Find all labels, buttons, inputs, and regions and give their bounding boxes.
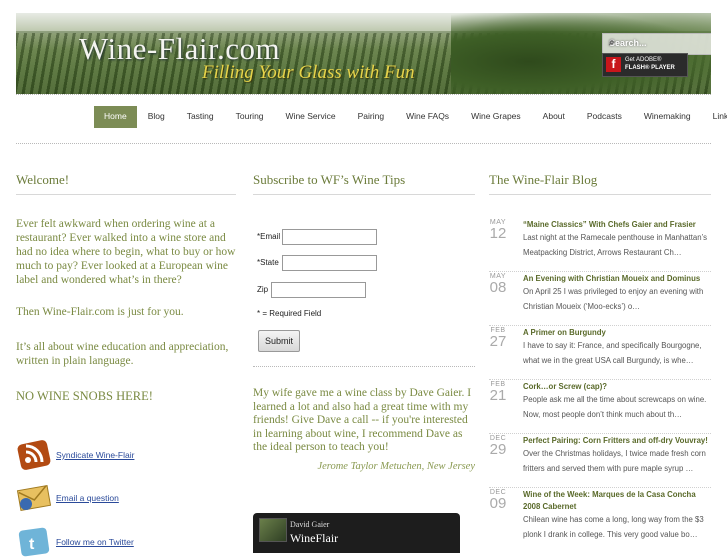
no-snobs-text: NO WINE SNOBS HERE! bbox=[16, 389, 153, 403]
flash-icon: f bbox=[606, 57, 621, 72]
zip-field[interactable] bbox=[271, 282, 366, 298]
blog-post[interactable]: FEB 27 A Primer on Burgundy I have to sa… bbox=[489, 325, 711, 380]
post-excerpt: Chilean wine has come a long, long way f… bbox=[523, 515, 704, 539]
nav-pairing[interactable]: Pairing bbox=[347, 106, 395, 128]
post-day: 29 bbox=[489, 441, 507, 458]
nav-touring[interactable]: Touring bbox=[225, 106, 275, 128]
search-input[interactable]: Search... ⌕ bbox=[602, 33, 711, 55]
post-day: 08 bbox=[489, 279, 507, 296]
welcome-heading: Welcome! bbox=[16, 172, 236, 195]
nav-podcasts[interactable]: Podcasts bbox=[576, 106, 633, 128]
nav-links[interactable]: Links bbox=[702, 106, 727, 128]
search-icon[interactable]: ⌕ bbox=[609, 37, 621, 49]
social-twitter[interactable]: t Follow me on Twitter bbox=[16, 526, 134, 558]
post-title[interactable]: An Evening with Christian Moueix and Dom… bbox=[523, 273, 711, 285]
testimonial-source: Jerome Taylor Metuchen, New Jersey bbox=[317, 461, 475, 472]
syndicate-link[interactable]: Syndicate Wine-Flair bbox=[56, 450, 134, 460]
nav-home[interactable]: Home bbox=[94, 106, 137, 128]
post-title[interactable]: “Maine Classics” With Chefs Gaier and Fr… bbox=[523, 219, 711, 231]
video-channel: WineFlair bbox=[290, 531, 339, 545]
post-date: DEC 09 bbox=[489, 489, 507, 512]
subscribe-heading: Subscribe to WF’s Wine Tips bbox=[253, 172, 475, 195]
social-email[interactable]: Email a question bbox=[16, 482, 119, 514]
post-excerpt: I have to say it: France, and specifical… bbox=[523, 341, 702, 365]
welcome-intro: Ever felt awkward when ordering wine at … bbox=[16, 218, 236, 286]
post-excerpt: Over the Christmas holidays, I twice mad… bbox=[523, 449, 706, 473]
submit-button[interactable]: Submit bbox=[258, 330, 300, 352]
post-date: MAY 12 bbox=[489, 219, 507, 242]
state-field[interactable] bbox=[282, 255, 377, 271]
post-day: 12 bbox=[489, 225, 507, 242]
header-divider bbox=[16, 94, 711, 95]
blog-post[interactable]: DEC 29 Perfect Pairing: Corn Fritters an… bbox=[489, 433, 711, 488]
welcome-just-for-you: Then Wine-Flair.com is just for you. bbox=[16, 306, 184, 318]
welcome-education: It’s all about wine education and apprec… bbox=[16, 341, 229, 367]
post-day: 21 bbox=[489, 387, 507, 404]
post-date: FEB 27 bbox=[489, 327, 507, 350]
post-date: DEC 29 bbox=[489, 435, 507, 458]
video-user: David Gaier bbox=[290, 520, 330, 529]
subscribe-divider bbox=[253, 366, 475, 367]
get-flash-player-badge[interactable]: f Get ADOBE® FLASH® PLAYER bbox=[602, 53, 688, 77]
post-day: 09 bbox=[489, 495, 507, 512]
post-excerpt: People ask me all the time about screwca… bbox=[523, 395, 707, 419]
blog-heading: The Wine-Flair Blog bbox=[489, 172, 711, 195]
post-title[interactable]: Perfect Pairing: Corn Fritters and off-d… bbox=[523, 435, 711, 447]
flash-line2: FLASH® PLAYER bbox=[625, 65, 675, 71]
nav-divider bbox=[16, 143, 711, 144]
twitter-icon: t bbox=[18, 527, 50, 557]
blog-post[interactable]: FEB 21 Cork…or Screw (cap)? People ask m… bbox=[489, 379, 711, 434]
social-syndicate[interactable]: Syndicate Wine-Flair bbox=[16, 439, 134, 471]
nav-winemaking[interactable]: Winemaking bbox=[633, 106, 702, 128]
site-tagline: Filling Your Glass with Fun bbox=[202, 62, 415, 83]
email-label: *Email bbox=[257, 232, 281, 241]
nav-about[interactable]: About bbox=[532, 106, 576, 128]
post-title[interactable]: A Primer on Burgundy bbox=[523, 327, 711, 339]
video-player[interactable]: David Gaier WineFlair bbox=[253, 513, 460, 553]
twitter-link[interactable]: Follow me on Twitter bbox=[56, 537, 134, 547]
post-date: MAY 08 bbox=[489, 273, 507, 296]
email-question-link[interactable]: Email a question bbox=[56, 493, 119, 503]
blog-post[interactable]: MAY 12 “Maine Classics” With Chefs Gaier… bbox=[489, 217, 711, 272]
post-date: FEB 21 bbox=[489, 381, 507, 404]
subscribe-column: Subscribe to WF’s Wine Tips *Email *Stat… bbox=[253, 172, 475, 553]
zip-label: Zip bbox=[257, 285, 269, 294]
header-banner: Wine-Flair.com Filling Your Glass with F… bbox=[16, 13, 711, 94]
nav-wine-grapes[interactable]: Wine Grapes bbox=[460, 106, 532, 128]
channel-thumbnail bbox=[259, 518, 287, 542]
post-excerpt: On April 25 I was privileged to enjoy an… bbox=[523, 287, 704, 311]
email-icon bbox=[16, 484, 52, 512]
post-day: 27 bbox=[489, 333, 507, 350]
nav-tasting[interactable]: Tasting bbox=[176, 106, 225, 128]
flash-line1: Get ADOBE® bbox=[625, 57, 662, 63]
blog-post[interactable]: MAY 08 An Evening with Christian Moueix … bbox=[489, 271, 711, 326]
post-title[interactable]: Wine of the Week: Marques de la Casa Con… bbox=[523, 489, 711, 513]
state-label: *State bbox=[257, 258, 279, 267]
blog-post[interactable]: DEC 09 Wine of the Week: Marques de la C… bbox=[489, 487, 711, 541]
email-field[interactable] bbox=[282, 229, 377, 245]
post-title[interactable]: Cork…or Screw (cap)? bbox=[523, 381, 711, 393]
nav-wine-faqs[interactable]: Wine FAQs bbox=[395, 106, 460, 128]
rss-icon bbox=[17, 440, 51, 470]
required-note: * = Required Field bbox=[257, 309, 322, 318]
testimonial-quote: My wife gave me a wine class by Dave Gai… bbox=[253, 387, 472, 453]
nav-blog[interactable]: Blog bbox=[137, 106, 176, 128]
blog-column: The Wine-Flair Blog MAY 12 “Maine Classi… bbox=[489, 172, 711, 539]
nav-wine-service[interactable]: Wine Service bbox=[275, 106, 347, 128]
post-excerpt: Last night at the Ramecale penthouse in … bbox=[523, 233, 708, 257]
welcome-column: Welcome! Ever felt awkward when ordering… bbox=[16, 172, 236, 557]
main-nav: Home Blog Tasting Touring Wine Service P… bbox=[94, 106, 727, 128]
